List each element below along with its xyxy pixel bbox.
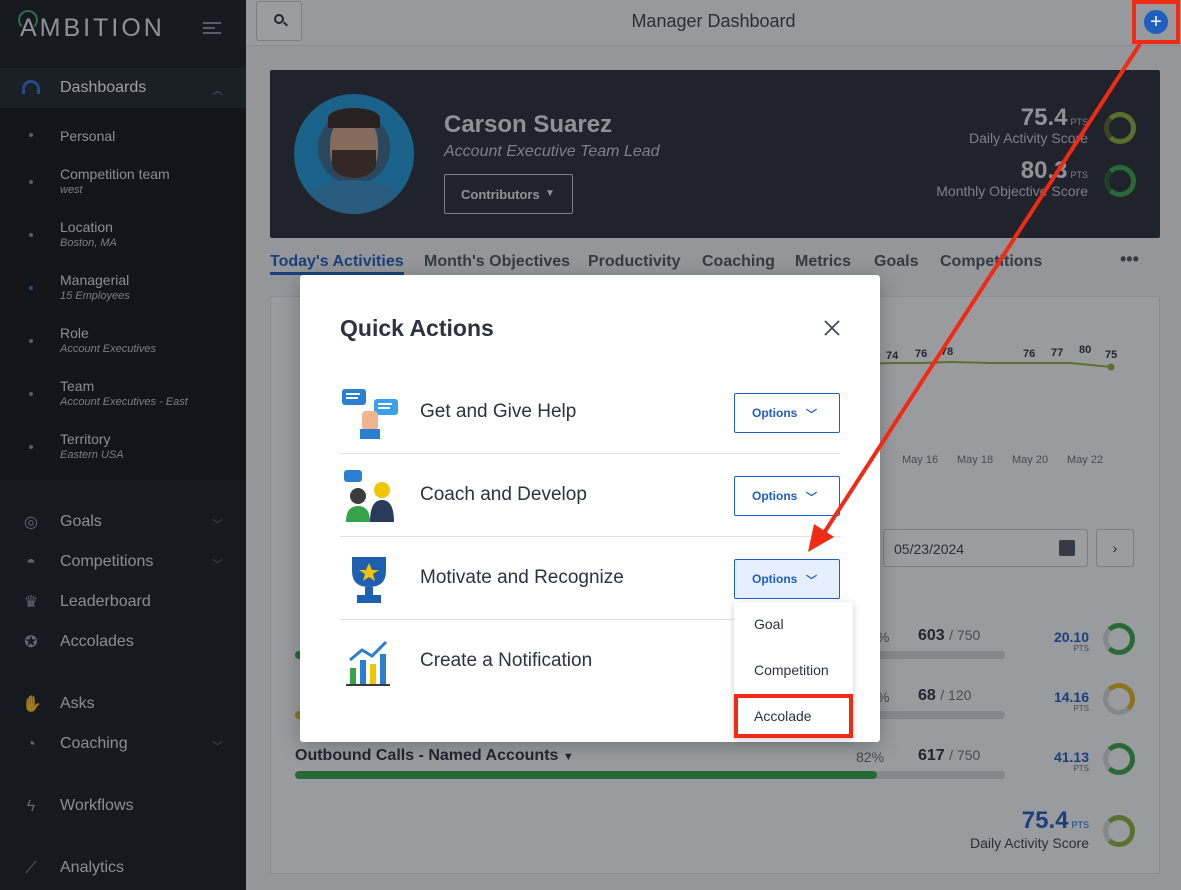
arrow-head-icon [808,524,834,552]
arrow-line [820,42,1142,538]
annotation-arrow [808,42,1142,552]
